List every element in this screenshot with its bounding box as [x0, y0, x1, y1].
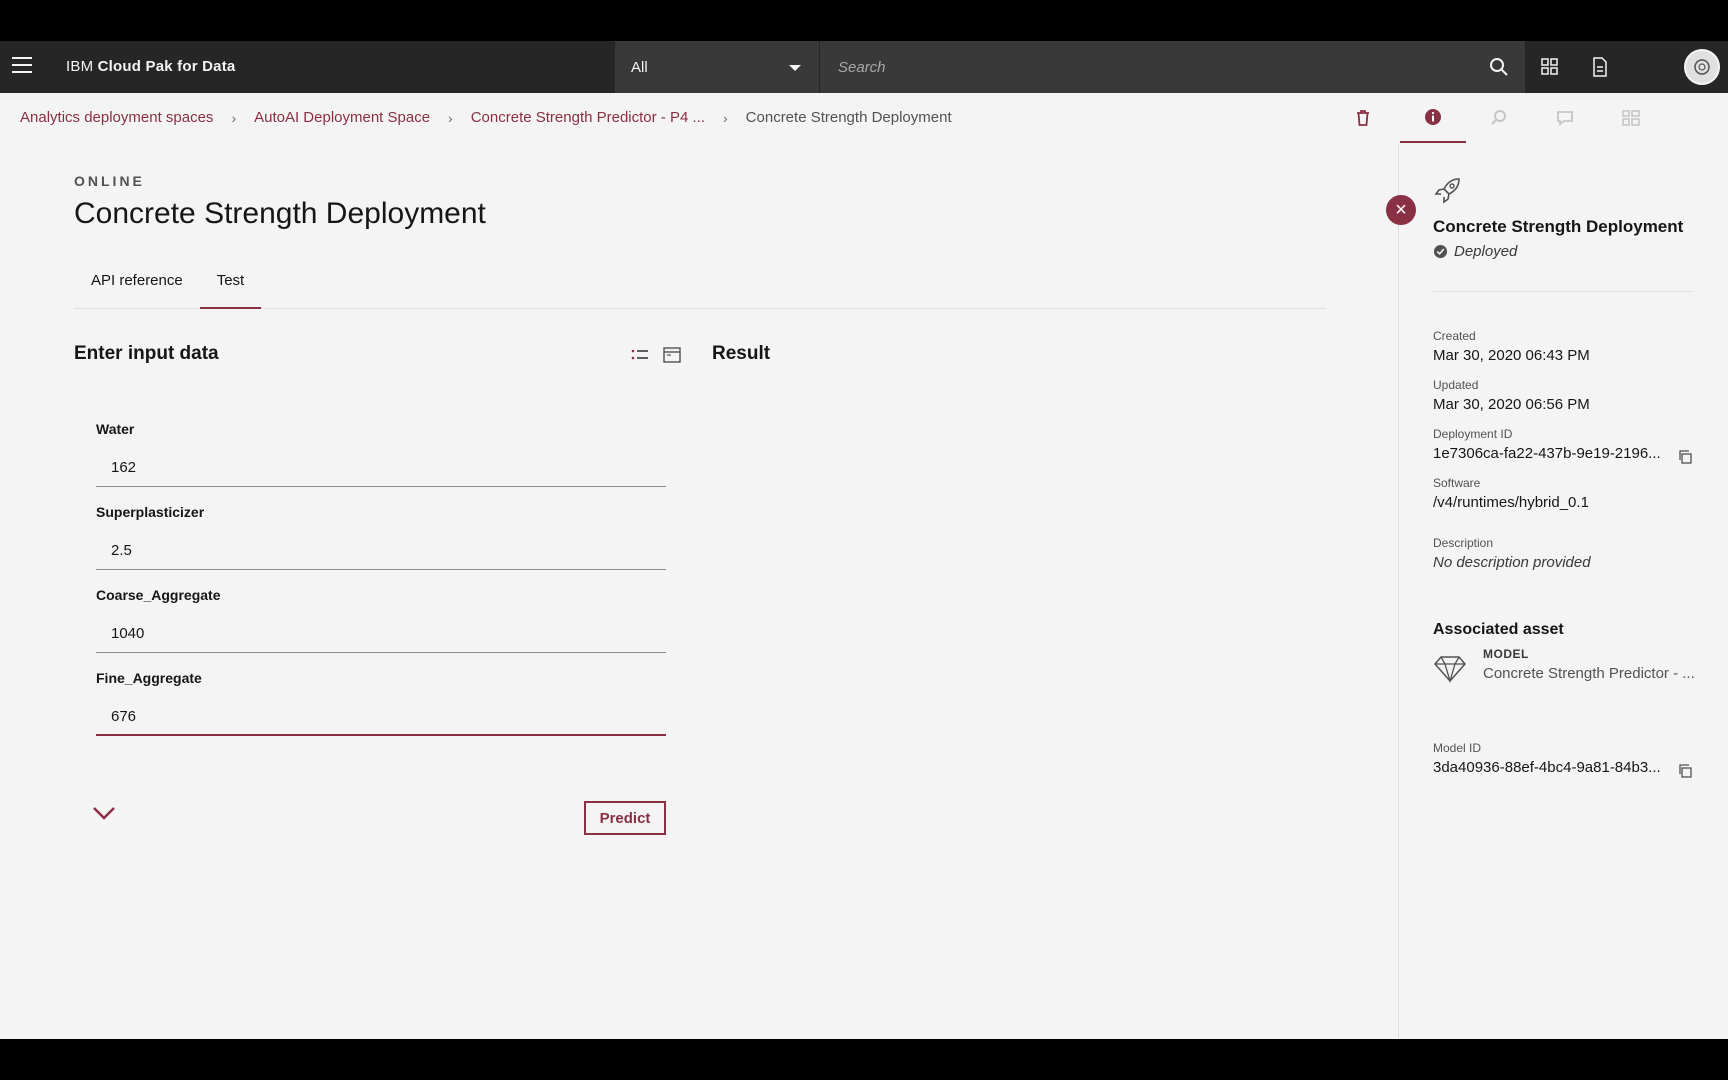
global-search: [820, 41, 1525, 93]
chevron-right-icon: ›: [231, 109, 237, 126]
input-field-superplasticizer: Superplasticizer: [96, 504, 666, 570]
layout-panel-button[interactable]: [1598, 93, 1664, 143]
search-scope-value: All: [631, 58, 648, 76]
input-field-fine-aggregate: Fine_Aggregate: [96, 670, 666, 736]
document-icon[interactable]: [1588, 55, 1612, 79]
updated-value: Mar 30, 2020 06:56 PM: [1433, 396, 1590, 413]
page-title: Concrete Strength Deployment: [74, 197, 486, 230]
deployment-type: ONLINE: [74, 173, 145, 189]
grid-icon: [1622, 110, 1640, 126]
breadcrumb-item-space[interactable]: AutoAI Deployment Space: [254, 109, 430, 126]
input-view-toggle: [630, 345, 682, 365]
breadcrumb-item-model[interactable]: Concrete Strength Predictor - P4 ...: [471, 109, 705, 126]
predict-button[interactable]: Predict: [584, 801, 666, 835]
breadcrumb-item-spaces[interactable]: Analytics deployment spaces: [20, 109, 213, 126]
user-avatar-icon: [1694, 59, 1710, 75]
created-meta: Created Mar 30, 2020 06:43 PM: [1433, 329, 1590, 364]
created-label: Created: [1433, 329, 1476, 343]
chevron-down-icon[interactable]: [92, 803, 116, 823]
status-badge: Deployed: [1433, 243, 1517, 260]
model-id-meta: Model ID 3da40936-88ef-4bc4-9a81-84b3...: [1433, 741, 1661, 776]
apps-icon[interactable]: [1538, 55, 1562, 79]
caret-down-icon: [789, 65, 801, 71]
field-label: Superplasticizer: [96, 504, 205, 520]
product-name[interactable]: IBM Cloud Pak for Data: [66, 58, 235, 75]
software-value: /v4/runtimes/hybrid_0.1: [1433, 494, 1589, 511]
top-header: IBM Cloud Pak for Data All: [0, 41, 1728, 93]
breadcrumb-item-current: Concrete Strength Deployment: [745, 109, 952, 126]
associated-asset-heading: Associated asset: [1433, 621, 1564, 638]
chat-panel-button[interactable]: [1532, 93, 1598, 143]
description-value: No description provided: [1433, 554, 1591, 571]
screen: IBM Cloud Pak for Data All Analytics dep…: [0, 0, 1728, 1080]
model-id-label: Model ID: [1433, 741, 1482, 755]
water-input[interactable]: [96, 449, 666, 487]
updated-label: Updated: [1433, 378, 1479, 392]
divider: [1433, 291, 1693, 292]
field-label: Coarse_Aggregate: [96, 587, 221, 603]
delete-button[interactable]: [1330, 93, 1396, 143]
superplasticizer-input[interactable]: [96, 532, 666, 570]
copy-icon[interactable]: [1677, 763, 1693, 779]
deployment-id-label: Deployment ID: [1433, 427, 1513, 441]
updated-meta: Updated Mar 30, 2020 06:56 PM: [1433, 378, 1590, 413]
input-heading: Enter input data: [74, 343, 219, 364]
toolbar: [1330, 93, 1728, 143]
trash-icon: [1357, 110, 1369, 126]
details-side-panel: Concrete Strength Deployment Deployed Cr…: [1398, 143, 1728, 1039]
chevron-right-icon: ›: [723, 109, 728, 126]
input-field-water: Water: [96, 421, 666, 487]
close-panel-button[interactable]: ×: [1386, 195, 1416, 225]
software-meta: Software /v4/runtimes/hybrid_0.1: [1433, 476, 1589, 511]
brand-prefix: IBM: [66, 58, 98, 75]
created-value: Mar 30, 2020 06:43 PM: [1433, 347, 1590, 364]
info-icon: [1425, 109, 1441, 125]
search-scope-dropdown[interactable]: All: [615, 41, 819, 93]
menu-icon[interactable]: [12, 55, 32, 75]
coarse-aggregate-input[interactable]: [96, 615, 666, 653]
field-label: Water: [96, 421, 135, 437]
list-view-icon[interactable]: [630, 345, 650, 365]
copy-icon[interactable]: [1677, 449, 1693, 465]
deployment-name: Concrete Strength Deployment: [1433, 217, 1684, 236]
input-field-coarse-aggregate: Coarse_Aggregate: [96, 587, 666, 653]
model-diamond-icon: [1434, 656, 1466, 684]
tab-list: API reference Test: [74, 269, 1326, 309]
breadcrumb-bar: Analytics deployment spaces › AutoAI Dep…: [0, 93, 1728, 143]
app-window: IBM Cloud Pak for Data All Analytics dep…: [0, 41, 1728, 1039]
json-view-icon[interactable]: [662, 345, 682, 365]
checkmark-icon: [1433, 244, 1448, 259]
model-id-value: 3da40936-88ef-4bc4-9a81-84b3...: [1433, 759, 1661, 776]
deployment-id-value: 1e7306ca-fa22-437b-9e19-2196...: [1433, 445, 1661, 462]
chevron-right-icon: ›: [448, 109, 453, 126]
status-text: Deployed: [1454, 243, 1518, 260]
rocket-icon: [1434, 178, 1460, 204]
brand-name: Cloud Pak for Data: [97, 58, 236, 75]
fine-aggregate-input[interactable]: [96, 698, 666, 736]
field-label: Fine_Aggregate: [96, 670, 202, 686]
asset-name[interactable]: Concrete Strength Predictor - ...: [1483, 665, 1695, 682]
result-heading: Result: [712, 343, 771, 364]
magnify-icon: [1491, 110, 1506, 125]
info-panel-button[interactable]: [1400, 93, 1466, 143]
description-label: Description: [1433, 536, 1494, 550]
breadcrumb: Analytics deployment spaces › AutoAI Dep…: [20, 109, 952, 126]
tab-test[interactable]: Test: [199, 269, 262, 309]
search-panel-button[interactable]: [1466, 93, 1532, 143]
description-meta: Description No description provided: [1433, 536, 1591, 571]
search-icon[interactable]: [1489, 57, 1509, 77]
close-icon: ×: [1395, 198, 1407, 221]
avatar[interactable]: [1684, 49, 1720, 85]
deployment-id-meta: Deployment ID 1e7306ca-fa22-437b-9e19-21…: [1433, 427, 1661, 462]
software-label: Software: [1433, 476, 1481, 490]
main-panel: ONLINE Concrete Strength Deployment API …: [0, 143, 1398, 1039]
asset-kind: MODEL: [1483, 647, 1529, 661]
search-input[interactable]: [838, 58, 1458, 76]
tab-api-reference[interactable]: API reference: [74, 269, 200, 309]
comment-icon: [1557, 111, 1573, 126]
